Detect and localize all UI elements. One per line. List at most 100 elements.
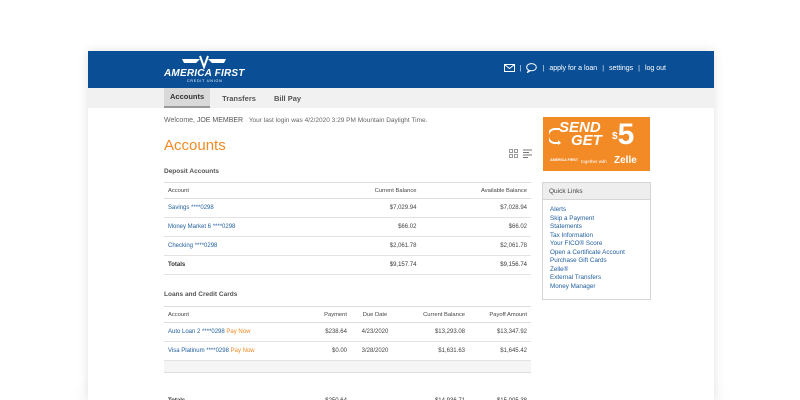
brand-name: AMERICA FIRST: [164, 68, 245, 79]
account-number[interactable]: ****0298: [191, 205, 214, 211]
current-balance: $66.02: [318, 217, 421, 237]
payment-amount: $0.00: [301, 341, 351, 361]
total-current-balance: $9,157.74: [318, 255, 421, 275]
available-balance: $2,061.78: [420, 236, 531, 256]
grid-view-icon[interactable]: [509, 145, 518, 163]
top-links: | | apply for a loan | settings | log ou…: [503, 63, 666, 73]
col-account: Account: [164, 182, 319, 199]
separator: |: [638, 64, 640, 72]
payment-amount: $238.64: [301, 322, 351, 342]
user-name: JOE MEMBER: [196, 117, 244, 124]
promo-together-text: together with: [581, 159, 607, 164]
payoff-amount: $13,347.92: [469, 322, 531, 342]
quick-links-list: Alerts Skip a Payment Statements Tax Inf…: [543, 200, 650, 297]
view-toggle: [509, 145, 532, 163]
separator: |: [519, 64, 522, 72]
quick-link-statements[interactable]: Statements: [550, 223, 643, 232]
promo-get-text: GET: [571, 132, 602, 149]
total-available-balance: $9,156.74: [420, 255, 531, 275]
quick-links-panel: Quick Links Alerts Skip a Payment Statem…: [542, 182, 651, 300]
current-balance: $7,029.94: [318, 198, 421, 218]
total-payment: $250.64: [301, 391, 351, 400]
total-due-date: [351, 391, 399, 400]
table-row[interactable]: Checking ****0298 $2,061.78 $2,061.78: [164, 236, 531, 256]
table-row[interactable]: Money Market 6 ****0298 $66.02 $66.02: [164, 217, 531, 237]
pay-now-link[interactable]: Pay Now: [231, 348, 255, 354]
table-row[interactable]: Savings ****0298 $7,029.94 $7,028.94: [164, 198, 531, 218]
brand-logo[interactable]: AMERICA FIRST CREDIT UNION: [164, 55, 244, 85]
totals-row: Totals $9,157.74 $9,156.74: [164, 255, 531, 275]
last-login-text: Your last login was 4/2/2020 3:29 PM Mou…: [248, 117, 428, 124]
col-payoff-amount: Payoff Amount: [469, 306, 531, 323]
separator: |: [542, 64, 545, 72]
table-header-row: Account Current Balance Available Balanc…: [164, 182, 531, 199]
settings-link[interactable]: settings: [609, 65, 633, 72]
account-name-link[interactable]: Visa Platinum: [168, 348, 205, 354]
table-row[interactable]: Visa Platinum ****0298 Pay Now $0.00 3/2…: [164, 341, 531, 361]
col-account: Account: [164, 306, 301, 323]
tab-transfers[interactable]: Transfers: [216, 94, 262, 108]
table-header-row: Account Payment Due Date Current Balance…: [164, 306, 531, 323]
current-balance: $13,293.08: [399, 322, 469, 342]
quick-link-skip-payment[interactable]: Skip a Payment: [550, 215, 643, 224]
account-name-link[interactable]: Savings: [168, 205, 189, 211]
list-view-icon[interactable]: [523, 145, 532, 163]
col-current-balance: Current Balance: [399, 306, 469, 323]
available-balance: $7,028.94: [420, 198, 531, 218]
current-balance: $2,061.78: [318, 236, 421, 256]
quick-link-money-manager[interactable]: Money Manager: [550, 283, 643, 292]
logo-wings-icon: [182, 55, 226, 69]
quick-link-zelle[interactable]: Zelle®: [550, 266, 643, 275]
deposit-table: Account Current Balance Available Balanc…: [164, 182, 531, 275]
mail-icon[interactable]: [503, 64, 515, 72]
account-number[interactable]: ****0298: [206, 348, 229, 354]
welcome-message: Welcome, JOE MEMBER Your last login was …: [164, 117, 427, 124]
tab-bill-pay[interactable]: Bill Pay: [268, 94, 307, 108]
promo-amount: $5: [612, 118, 635, 151]
logout-link[interactable]: log out: [645, 65, 666, 72]
account-name-link[interactable]: Auto Loan 2: [168, 329, 200, 335]
separator: |: [602, 64, 605, 72]
quick-link-external-transfers[interactable]: External Transfers: [550, 274, 643, 283]
loans-table: Account Payment Due Date Current Balance…: [164, 306, 531, 400]
pay-now-link[interactable]: Pay Now: [226, 329, 250, 335]
quick-link-gift-cards[interactable]: Purchase Gift Cards: [550, 257, 643, 266]
totals-row: Totals $250.64 $14,936.71 $15,005.38: [164, 391, 531, 400]
tab-accounts[interactable]: Accounts: [164, 87, 211, 108]
due-date: 3/28/2020: [351, 341, 399, 361]
due-date: 4/23/2020: [351, 322, 399, 342]
account-number[interactable]: ****0298: [202, 329, 225, 335]
spacer-row: [164, 360, 531, 373]
browser-frame: AMERICA FIRST CREDIT UNION | | apply for…: [88, 51, 714, 400]
nav-tabs: Accounts Transfers Bill Pay: [88, 87, 714, 108]
account-number[interactable]: ****0298: [213, 224, 236, 230]
account-number[interactable]: ****0298: [195, 243, 218, 249]
account-name-link[interactable]: Checking: [168, 243, 193, 249]
welcome-label: Welcome,: [164, 117, 195, 124]
account-name-link[interactable]: Money Market 6: [168, 224, 211, 230]
apply-loan-link[interactable]: apply for a loan: [549, 65, 597, 72]
total-payoff-amount: $15,005.38: [469, 391, 531, 400]
promo-amount-value: 5: [617, 118, 635, 151]
zelle-logo: Zelle: [614, 155, 637, 166]
page-title: Accounts: [164, 137, 226, 154]
send-get-promo-banner[interactable]: SEND GET $5 AMERICA FIRST together with …: [543, 117, 650, 171]
payoff-amount: $1,645.42: [469, 341, 531, 361]
col-due-date: Due Date: [351, 306, 399, 323]
promo-brand: AMERICA FIRST: [550, 158, 579, 162]
quick-link-tax-information[interactable]: Tax Information: [550, 232, 643, 241]
col-available-balance: Available Balance: [420, 182, 531, 199]
col-payment: Payment: [301, 306, 351, 323]
quick-link-open-certificate[interactable]: Open a Certificate Account: [550, 249, 643, 258]
total-current-balance: $14,936.71: [399, 391, 469, 400]
totals-label: Totals: [164, 391, 301, 400]
loans-section-title: Loans and Credit Cards: [164, 291, 238, 298]
spacer-row: [164, 373, 531, 392]
available-balance: $66.02: [420, 217, 531, 237]
chat-icon[interactable]: [526, 63, 538, 73]
table-row[interactable]: Auto Loan 2 ****0298 Pay Now $238.64 4/2…: [164, 322, 531, 342]
promo-currency: $: [612, 131, 618, 142]
quick-link-alerts[interactable]: Alerts: [550, 206, 643, 215]
col-current-balance: Current Balance: [318, 182, 421, 199]
quick-link-fico-score[interactable]: Your FICO® Score: [550, 240, 643, 249]
